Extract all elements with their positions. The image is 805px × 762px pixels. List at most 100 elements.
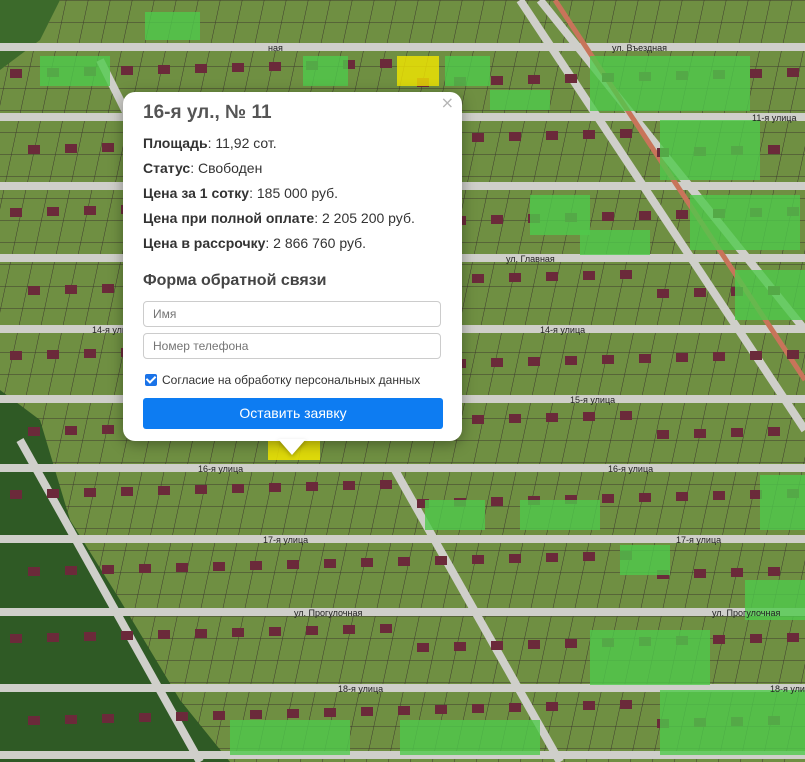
free-lot[interactable]: [490, 90, 550, 110]
free-lot[interactable]: [735, 270, 805, 320]
house: [324, 708, 336, 717]
installment-label: Цена в рассрочку: [143, 235, 266, 251]
house: [250, 710, 262, 719]
free-lot[interactable]: [660, 120, 760, 180]
house: [10, 208, 22, 217]
house: [787, 633, 799, 642]
free-lot[interactable]: [590, 630, 710, 685]
free-lot[interactable]: [580, 230, 650, 255]
house: [232, 628, 244, 637]
house: [176, 712, 188, 721]
popup-pointer: [278, 439, 306, 455]
free-lot[interactable]: [620, 545, 670, 575]
house: [491, 76, 503, 85]
house: [84, 349, 96, 358]
house: [509, 273, 521, 282]
street-label-15: 15-я улица: [570, 395, 615, 405]
house: [472, 555, 484, 564]
house: [102, 425, 114, 434]
house: [768, 427, 780, 436]
free-lot[interactable]: [425, 500, 485, 530]
price-per-row: Цена за 1 сотку: 185 000 руб.: [143, 185, 338, 201]
house: [583, 271, 595, 280]
installment-row: Цена в рассрочку: 2 866 760 руб.: [143, 235, 366, 251]
house: [750, 634, 762, 643]
house: [694, 569, 706, 578]
status-label: Статус: [143, 160, 191, 176]
street-label-14b: 14-я улица: [540, 325, 585, 335]
house: [10, 351, 22, 360]
house: [121, 487, 133, 496]
free-lot[interactable]: [445, 56, 490, 86]
house: [213, 711, 225, 720]
house: [380, 59, 392, 68]
house: [343, 481, 355, 490]
street-label-progul-a: ул. Прогулочная: [294, 608, 362, 618]
house: [232, 484, 244, 493]
house: [398, 706, 410, 715]
close-icon[interactable]: ×: [441, 94, 454, 112]
house: [10, 634, 22, 643]
free-lot[interactable]: [660, 690, 805, 755]
house: [768, 567, 780, 576]
house: [787, 68, 799, 77]
house: [565, 639, 577, 648]
house: [620, 129, 632, 138]
submit-button[interactable]: Оставить заявку: [143, 398, 443, 429]
house: [102, 714, 114, 723]
free-lot[interactable]: [400, 720, 540, 755]
house: [47, 489, 59, 498]
house: [583, 552, 595, 561]
form-title: Форма обратной связи: [143, 272, 327, 289]
house: [657, 430, 669, 439]
house: [269, 627, 281, 636]
house: [620, 411, 632, 420]
house: [102, 143, 114, 152]
house: [731, 568, 743, 577]
house: [435, 705, 447, 714]
house: [602, 355, 614, 364]
free-lot[interactable]: [760, 475, 805, 530]
house: [639, 493, 651, 502]
house: [620, 700, 632, 709]
street-label-16b: 16-я улица: [608, 464, 653, 474]
house: [250, 561, 262, 570]
house: [472, 704, 484, 713]
free-lot[interactable]: [530, 195, 590, 235]
house: [602, 494, 614, 503]
full-price-label: Цена при полной оплате: [143, 210, 315, 226]
house: [84, 206, 96, 215]
house: [324, 559, 336, 568]
house: [102, 284, 114, 293]
house: [269, 62, 281, 71]
yellow-lot-top[interactable]: [397, 56, 439, 86]
house: [84, 488, 96, 497]
street-label-18a: 18-я улица: [338, 684, 383, 694]
free-lot[interactable]: [690, 195, 800, 250]
house: [380, 624, 392, 633]
house: [47, 633, 59, 642]
house: [195, 64, 207, 73]
free-lot[interactable]: [40, 56, 110, 86]
house: [306, 482, 318, 491]
house: [454, 642, 466, 651]
house: [47, 207, 59, 216]
plot-info-popup: × 16-я ул., № 11 Площадь: 11,92 сот. Ста…: [123, 92, 462, 441]
house: [380, 480, 392, 489]
area-label: Площадь: [143, 135, 208, 151]
name-input[interactable]: [143, 301, 441, 327]
house: [694, 429, 706, 438]
free-lot[interactable]: [590, 56, 750, 111]
free-lot[interactable]: [303, 56, 348, 86]
phone-input[interactable]: [143, 333, 441, 359]
free-lot[interactable]: [145, 12, 200, 40]
house: [287, 709, 299, 718]
free-lot[interactable]: [230, 720, 350, 755]
house: [546, 702, 558, 711]
consent-checkbox-row[interactable]: Согласие на обработку персональных данны…: [145, 373, 420, 387]
free-lot[interactable]: [520, 500, 600, 530]
house: [28, 427, 40, 436]
house: [750, 351, 762, 360]
house: [28, 286, 40, 295]
checkbox-checked-icon[interactable]: [145, 374, 157, 386]
